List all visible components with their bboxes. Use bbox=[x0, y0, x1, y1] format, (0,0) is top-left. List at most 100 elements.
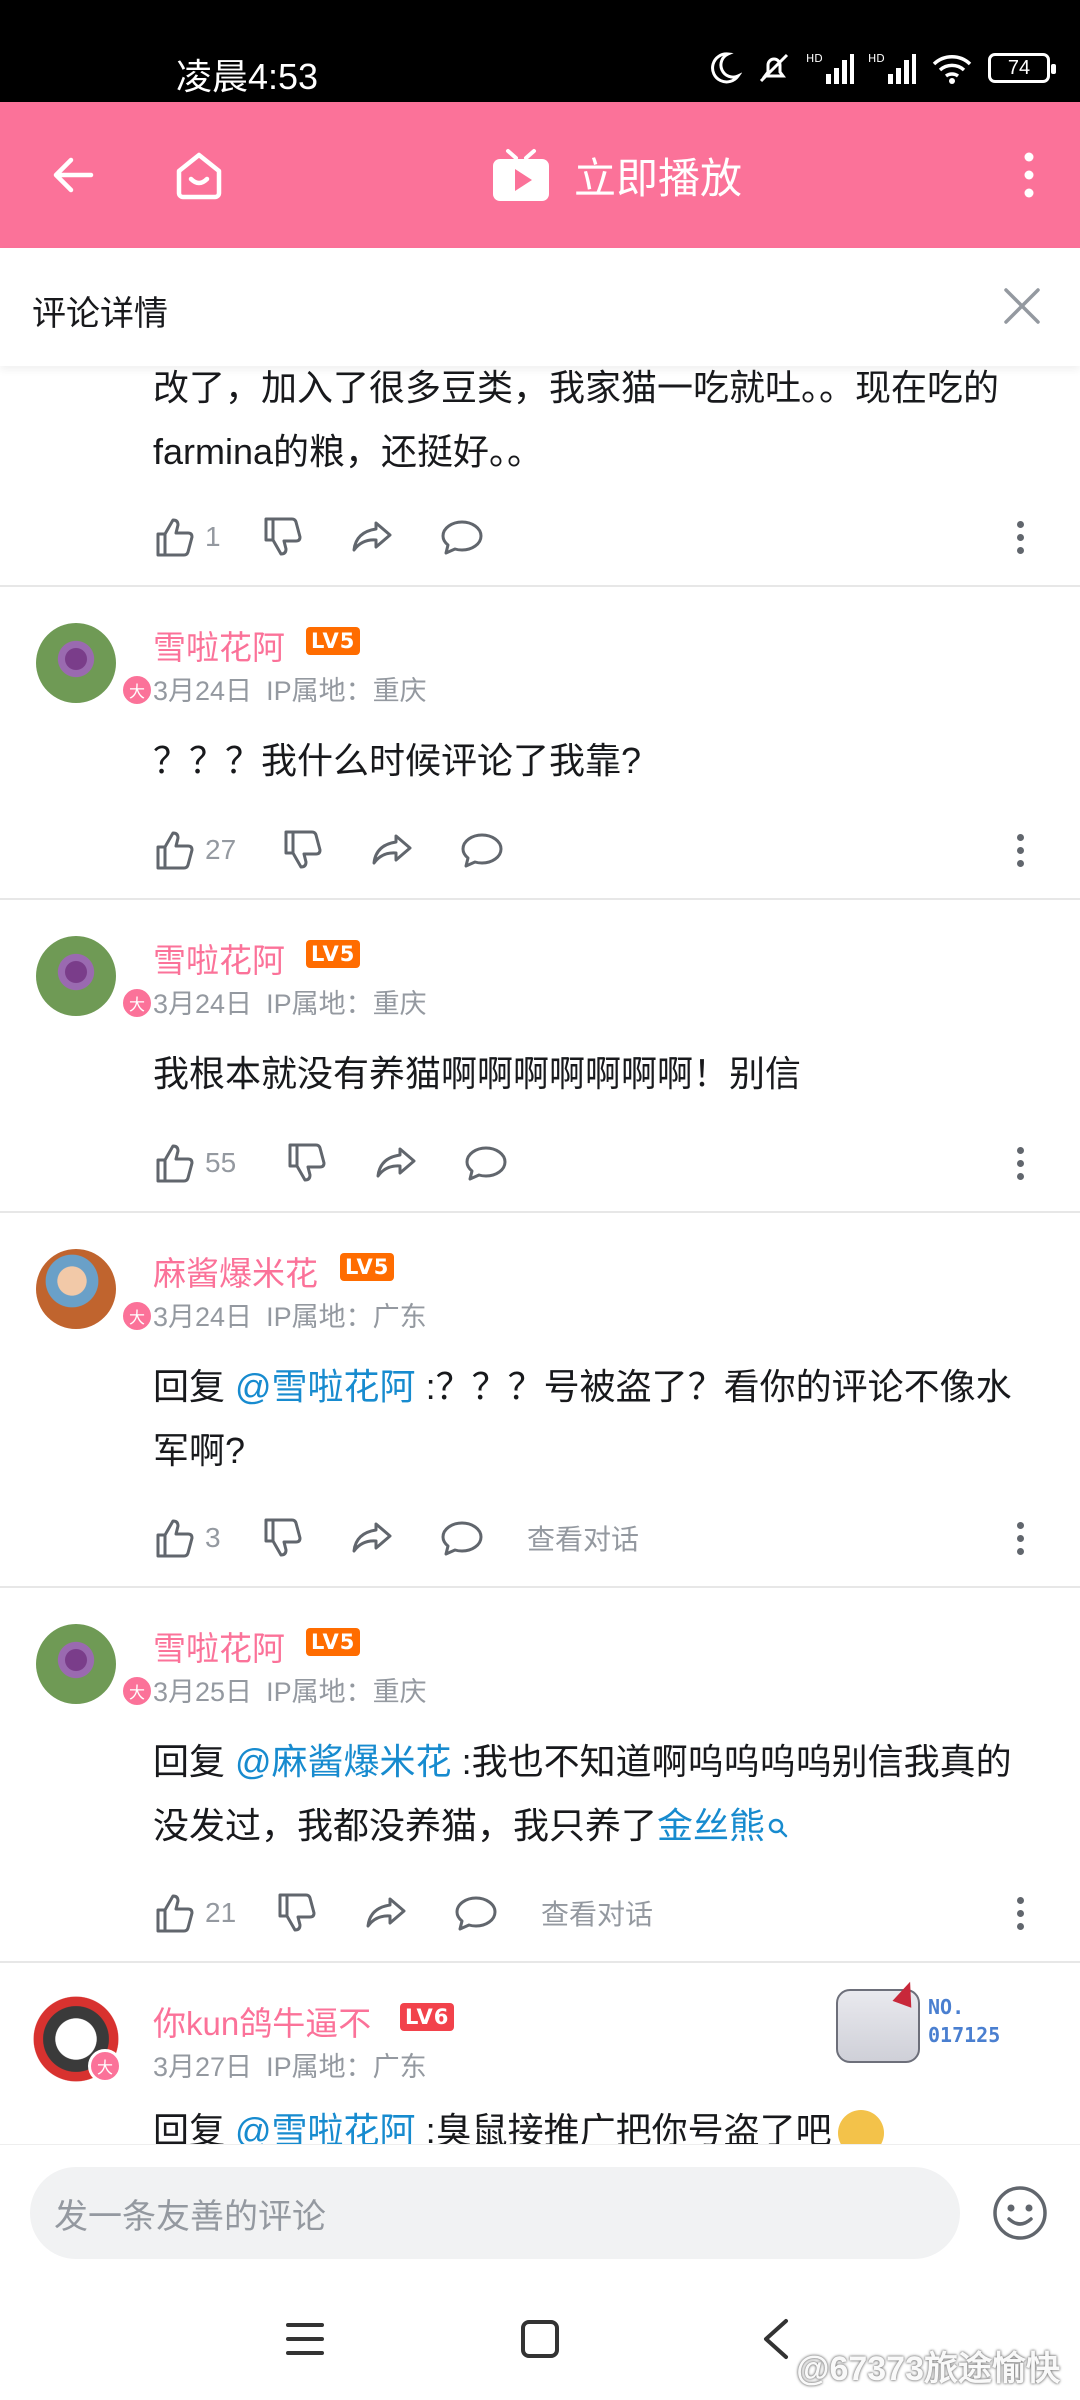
comment-more-button[interactable] bbox=[1012, 514, 1028, 560]
username[interactable]: 你kun鸽牛逼不 bbox=[153, 1997, 371, 2045]
reply-icon[interactable] bbox=[453, 1891, 499, 1935]
mention-link[interactable]: @麻酱爆米花 bbox=[235, 1741, 452, 1782]
avatar[interactable]: 大 bbox=[36, 1249, 154, 1333]
comment-list[interactable]: 改了，加入了很多豆类，我家猫一吃就吐。。现在吃的farmina的粮，还挺好。。 … bbox=[0, 366, 1080, 2144]
username[interactable]: 雪啦花阿 bbox=[153, 621, 285, 669]
dislike-icon[interactable] bbox=[281, 828, 325, 872]
reply-icon[interactable] bbox=[459, 828, 505, 872]
like-button[interactable]: 55 bbox=[153, 1141, 261, 1185]
ip-location: IP属地：重庆 bbox=[266, 989, 427, 1019]
comment-text: 改了，加入了很多豆类，我家猫一吃就吐。。现在吃的farmina的粮，还挺好。。 bbox=[153, 367, 1000, 472]
top-bar: 立即播放 bbox=[0, 102, 1080, 248]
fan-badge-number: 017125 bbox=[928, 2023, 1001, 2047]
home-icon bbox=[176, 152, 222, 200]
comment-actions: 3 查看对话 bbox=[153, 1515, 639, 1561]
comment-item: 大 麻酱爆米花 LV5 3月24日 IP属地：广东 回复 @雪啦花阿 :？？？号被… bbox=[0, 1213, 1080, 1588]
dislike-icon[interactable] bbox=[261, 515, 305, 559]
level-badge: LV5 bbox=[306, 940, 361, 968]
page-title: 评论详情 bbox=[32, 295, 168, 333]
comment-date: 3月25日 bbox=[153, 1677, 253, 1707]
hd-signal-icon: HD bbox=[806, 52, 854, 84]
comment-input-placeholder: 发一条友善的评论 bbox=[54, 2197, 326, 2236]
thumb-up-icon bbox=[156, 1894, 194, 1933]
avatar[interactable]: 大 bbox=[36, 936, 154, 1020]
reply-icon[interactable] bbox=[463, 1141, 509, 1185]
status-icons: HD HD 74 bbox=[706, 50, 1056, 86]
avatar[interactable]: 大 bbox=[36, 623, 154, 707]
share-icon[interactable] bbox=[363, 1891, 409, 1935]
mention-link[interactable]: @雪啦花阿 bbox=[235, 1366, 416, 1407]
comment-date: 3月24日 bbox=[153, 989, 253, 1019]
level-badge: LV5 bbox=[340, 1253, 395, 1281]
bottom-bar: 发一条友善的评论 @67373旅途愉快 bbox=[0, 2144, 1080, 2400]
reply-prefix: 回复 bbox=[153, 2110, 236, 2144]
home-button[interactable] bbox=[164, 140, 234, 210]
svg-text:HD: HD bbox=[806, 52, 823, 65]
comment-meta: 3月27日 IP属地：广东 bbox=[153, 2045, 427, 2084]
close-button[interactable] bbox=[994, 278, 1050, 334]
like-button[interactable]: 1 bbox=[153, 515, 261, 559]
view-dialog-link[interactable]: 查看对话 bbox=[527, 1518, 639, 1558]
comment-item: 大 雪啦花阿 LV5 3月24日 IP属地：重庆 ？？？我什么时候评论了我靠? 2… bbox=[0, 587, 1080, 900]
dislike-icon[interactable] bbox=[275, 1891, 319, 1935]
view-dialog-link[interactable]: 查看对话 bbox=[541, 1893, 653, 1933]
share-icon[interactable] bbox=[349, 515, 395, 559]
share-icon[interactable] bbox=[349, 1516, 395, 1560]
bell-muted-icon bbox=[759, 53, 789, 83]
battery-level: 74 bbox=[1007, 56, 1031, 79]
comment-more-button[interactable] bbox=[1012, 1140, 1028, 1186]
comment-input[interactable]: 发一条友善的评论 bbox=[30, 2167, 960, 2259]
share-icon[interactable] bbox=[369, 828, 415, 872]
like-button[interactable]: 27 bbox=[153, 828, 261, 872]
comment-more-button[interactable] bbox=[1012, 827, 1028, 873]
comment-detail-header: 评论详情 bbox=[0, 248, 1080, 366]
close-icon bbox=[1004, 288, 1040, 324]
more-button[interactable] bbox=[994, 140, 1064, 210]
comment-text: 回复 @麻酱爆米花 :我也不知道啊呜呜呜呜别信我真的没发过，我都没养猫，我只养了… bbox=[153, 1730, 1033, 1858]
thumb-up-icon bbox=[156, 1519, 194, 1558]
avatar-badge: 大 bbox=[120, 1299, 154, 1333]
username[interactable]: 麻酱爆米花 bbox=[153, 1247, 318, 1295]
comment-meta: 3月24日 IP属地：广东 bbox=[153, 1295, 427, 1334]
dislike-icon[interactable] bbox=[285, 1141, 329, 1185]
share-icon[interactable] bbox=[373, 1141, 419, 1185]
username[interactable]: 雪啦花阿 bbox=[153, 934, 285, 982]
play-now-button[interactable]: 立即播放 bbox=[490, 140, 742, 210]
comment-text: ？？？我什么时候评论了我靠? bbox=[153, 740, 642, 781]
like-count: 21 bbox=[205, 1897, 237, 1928]
comment-actions: 55 bbox=[153, 1140, 509, 1186]
reply-icon[interactable] bbox=[439, 1516, 485, 1560]
comment-meta: 3月24日 IP属地：重庆 bbox=[153, 982, 427, 1021]
reply-prefix: 回复 bbox=[153, 1366, 236, 1407]
square-home-icon[interactable] bbox=[520, 2319, 560, 2359]
reply-icon[interactable] bbox=[439, 515, 485, 559]
comment-more-button[interactable] bbox=[1012, 1515, 1028, 1561]
like-count: 27 bbox=[205, 834, 237, 865]
status-time: 凌晨4:53 bbox=[176, 56, 319, 97]
like-button[interactable]: 3 bbox=[153, 1516, 261, 1560]
back-chevron-icon[interactable] bbox=[760, 2317, 790, 2361]
emoji-icon[interactable] bbox=[990, 2183, 1050, 2243]
level-badge: LV5 bbox=[306, 627, 361, 655]
like-count: 3 bbox=[205, 1522, 221, 1553]
avatar[interactable]: 大 bbox=[36, 1624, 154, 1708]
comment-date: 3月24日 bbox=[153, 676, 253, 706]
username[interactable]: 雪啦花阿 bbox=[153, 1622, 285, 1670]
dislike-icon[interactable] bbox=[261, 1516, 305, 1560]
tv-play-icon bbox=[493, 149, 549, 201]
play-now-label: 立即播放 bbox=[574, 154, 743, 202]
mention-link[interactable]: @雪啦花阿 bbox=[235, 2110, 416, 2144]
menu-icon[interactable] bbox=[286, 2319, 324, 2359]
more-vertical-icon bbox=[1024, 152, 1034, 198]
comment-meta: 3月25日 IP属地：重庆 bbox=[153, 1670, 427, 1709]
comment-more-button[interactable] bbox=[1012, 1890, 1028, 1936]
arrow-left-icon bbox=[53, 157, 94, 193]
hd-signal-icon: HD bbox=[868, 52, 916, 84]
fan-badge-label: NO. bbox=[928, 1995, 965, 2019]
search-keyword-link[interactable]: 金丝熊 bbox=[657, 1805, 789, 1846]
avatar[interactable]: 大 bbox=[28, 1991, 124, 2087]
avatar-badge: 大 bbox=[120, 986, 154, 1020]
like-button[interactable]: 21 bbox=[153, 1891, 261, 1935]
back-button[interactable] bbox=[38, 140, 108, 210]
ip-location: IP属地：广东 bbox=[266, 1302, 427, 1332]
